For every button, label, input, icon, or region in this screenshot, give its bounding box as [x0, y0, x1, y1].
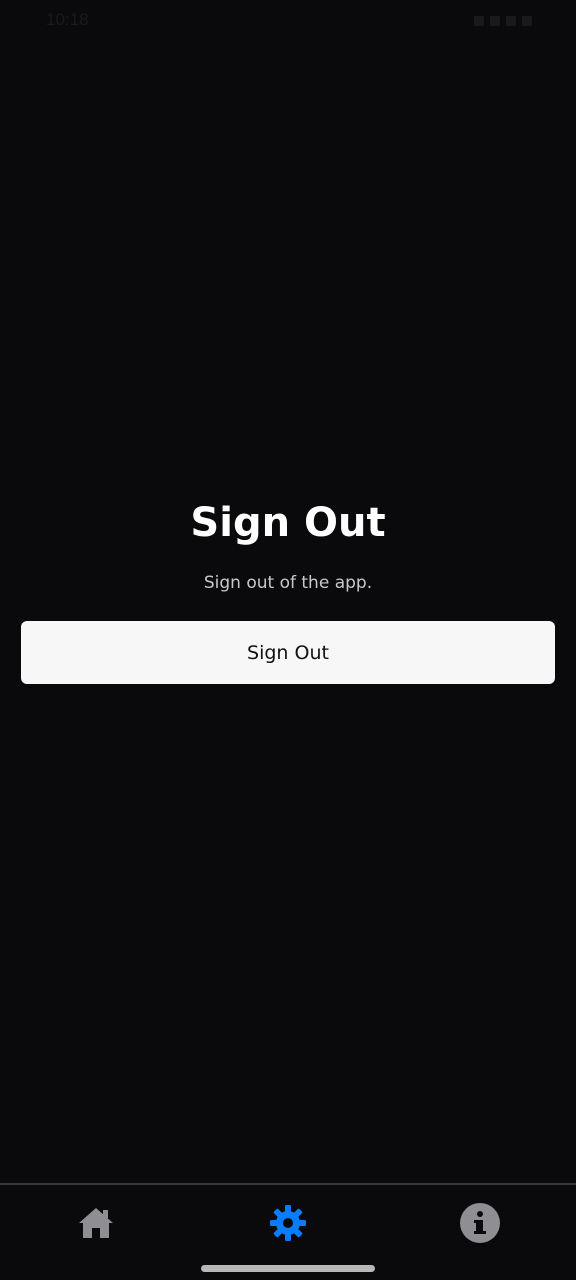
sign-out-screen: 10:18 Sign Out Sign out of the app. Sign… — [0, 0, 576, 1280]
nav-settings[interactable] — [228, 1188, 348, 1258]
status-time: 10:18 — [46, 10, 89, 29]
info-icon — [460, 1202, 500, 1243]
sign-out-section: Sign Out Sign out of the app. — [0, 495, 576, 593]
nav-home[interactable] — [36, 1188, 156, 1258]
status-icons — [332, 12, 532, 30]
nav-info[interactable] — [420, 1188, 540, 1258]
status-bar: 10:18 — [0, 0, 576, 40]
signal-icon — [506, 16, 516, 26]
home-indicator[interactable] — [201, 1265, 375, 1272]
gear-icon — [270, 1204, 306, 1241]
wifi-icon — [490, 16, 500, 26]
home-icon — [79, 1207, 113, 1238]
notification-icon — [474, 16, 484, 26]
battery-icon — [522, 16, 532, 26]
sign-out-button[interactable]: Sign Out — [21, 621, 555, 684]
page-title: Sign Out — [190, 500, 386, 546]
page-subtitle: Sign out of the app. — [203, 573, 373, 593]
bottom-navigation — [0, 1183, 576, 1260]
